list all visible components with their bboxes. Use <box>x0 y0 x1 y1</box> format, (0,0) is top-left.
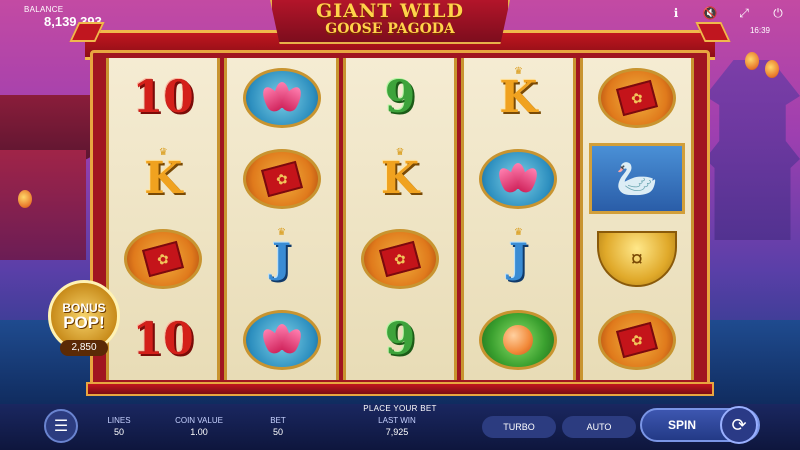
reel-cell: 9 <box>346 58 454 139</box>
reel-5: ✿ 🦢 ¤ ✿ <box>579 58 695 381</box>
reel-cell <box>227 58 335 139</box>
bonus-pop-word: POP! <box>63 312 105 332</box>
bonus-word: BONUS <box>62 300 106 315</box>
reel-cell: ✿ <box>583 300 691 381</box>
reel-cell <box>464 139 572 220</box>
coin-value-stat[interactable]: COIN VALUE 1.00 <box>164 416 234 437</box>
background-pagoda-right <box>705 60 800 240</box>
bet-label: BET <box>270 416 286 425</box>
info-icon[interactable]: ℹ <box>668 5 684 21</box>
crown-icon: ♛ <box>158 146 168 158</box>
auto-button[interactable]: AUTO <box>562 416 636 438</box>
symbol-9: 9 <box>384 313 416 365</box>
symbol-lotus-icon <box>479 148 558 209</box>
reel-cell: 10 <box>109 300 217 381</box>
game-logo: GIANT WILD GOOSE PAGODA <box>270 0 510 44</box>
reel-cell: ✿ <box>109 219 217 300</box>
reel-cell: ¤ <box>583 219 691 300</box>
reel-cell: 9 <box>346 300 454 381</box>
coin-value-label: COIN VALUE <box>175 416 223 425</box>
coin-value-value: 1.00 <box>190 427 208 437</box>
symbol-peach-icon <box>479 309 558 370</box>
sound-off-icon[interactable]: 🔇 <box>702 5 718 21</box>
last-win-label: LAST WIN <box>378 416 416 425</box>
symbol-red-envelope-icon: ✿ <box>597 309 676 370</box>
symbol-10: 10 <box>132 72 194 124</box>
last-win-stat: LAST WIN 7,925 <box>362 416 432 437</box>
reel-cell: ♛ K <box>464 58 572 139</box>
symbol-j: J <box>508 235 528 283</box>
reel-2: ✿ ♛ J <box>224 58 339 381</box>
reel-frame-base <box>86 382 714 396</box>
reel-cell: ✿ <box>346 219 454 300</box>
reel-4: ♛ K ♛ J <box>461 58 576 381</box>
hamburger-icon: ☰ <box>53 418 69 435</box>
reel-area: 10 ♛ K ✿ 10 ✿ ♛ J 9 ♛ K ✿ 9 ♛ K ♛ J ✿ 🦢 ¤ ✿ <box>106 58 695 381</box>
symbol-10: 10 <box>132 313 194 365</box>
reel-cell: ✿ <box>227 139 335 220</box>
spin-label: SPIN <box>668 418 697 432</box>
reel-cell: 10 <box>109 58 217 139</box>
lantern-decoration <box>18 190 32 208</box>
reel-cell: ✿ <box>583 58 691 139</box>
crown-icon: ♛ <box>513 66 523 77</box>
reel-cell <box>227 300 335 381</box>
symbol-goose-icon: 🦢 <box>589 143 685 215</box>
title-line-1: GIANT WILD <box>315 0 465 22</box>
background-pagoda-left <box>0 95 100 260</box>
lantern-decoration <box>745 52 759 70</box>
symbol-red-envelope-icon: ✿ <box>361 229 440 290</box>
symbol-k: K <box>144 152 183 204</box>
reel-3: 9 ♛ K ✿ 9 <box>342 58 458 381</box>
reel-cell: ♛ J <box>227 219 335 300</box>
lines-value: 50 <box>113 427 124 437</box>
lines-stat[interactable]: LINES 50 <box>84 416 154 437</box>
symbol-lotus-icon <box>242 68 321 129</box>
bonus-pop-value: 2,850 <box>60 340 108 356</box>
fullscreen-icon[interactable]: ⤢ <box>736 5 752 21</box>
symbol-k: K <box>380 152 420 204</box>
power-icon[interactable]: ⏻ <box>770 5 786 21</box>
symbol-gold-ingot-icon: ¤ <box>596 231 677 288</box>
symbol-red-envelope-icon: ✿ <box>597 68 676 129</box>
crown-icon: ♛ <box>395 146 405 158</box>
bet-value: 50 <box>272 427 283 437</box>
symbol-k: K <box>499 72 538 124</box>
spin-arrows-icon[interactable]: ⟳ <box>720 406 758 444</box>
symbol-red-envelope-icon: ✿ <box>242 148 321 209</box>
symbol-lotus-icon <box>242 309 321 370</box>
crown-icon: ♛ <box>277 227 287 238</box>
top-toolbar: ℹ 🔇 ⤢ ⏻ <box>668 5 786 21</box>
last-win-value: 7,925 <box>385 427 409 437</box>
reel-cell: ♛ K <box>109 139 217 220</box>
title-line-2: GOOSE PAGODA <box>325 21 455 37</box>
reel-1: 10 ♛ K ✿ 10 <box>106 58 221 381</box>
symbol-j: J <box>272 235 292 283</box>
lantern-decoration <box>765 60 779 78</box>
reel-cell: 🦢 <box>583 139 691 220</box>
reel-cell <box>464 300 572 381</box>
crown-icon: ♛ <box>513 227 523 238</box>
symbol-9: 9 <box>384 72 416 124</box>
menu-button[interactable]: ☰ <box>44 409 78 443</box>
symbol-red-envelope-icon: ✿ <box>124 229 203 290</box>
bet-stat[interactable]: BET 50 <box>243 416 313 437</box>
reel-cell: ♛ J <box>464 219 572 300</box>
lines-label: LINES <box>107 416 131 425</box>
balance-label: BALANCE <box>24 5 64 14</box>
reel-cell: ♛ K <box>346 139 454 220</box>
clock: 16:39 <box>749 26 770 35</box>
turbo-button[interactable]: TURBO <box>482 416 556 438</box>
